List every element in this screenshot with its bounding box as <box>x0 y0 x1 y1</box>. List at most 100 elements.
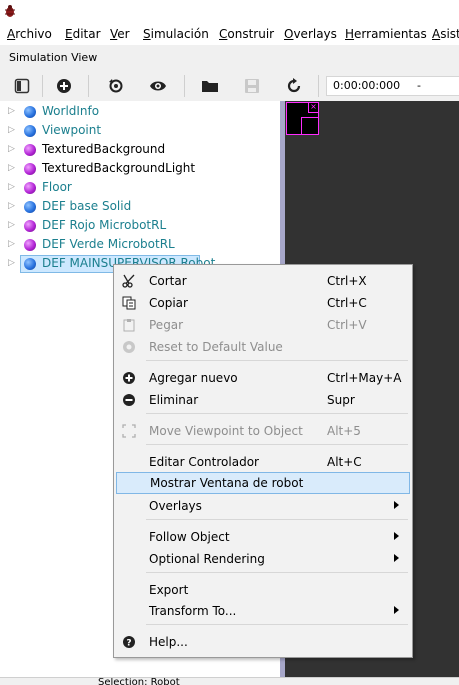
menu-item-show-robot-window[interactable]: Mostrar Ventana de robot <box>116 472 410 494</box>
menu-bar: Archivo Editar Ver Simulación Construir … <box>0 24 459 45</box>
menu-item-move-viewpoint[interactable]: Move Viewpoint to Object Alt+5 <box>115 420 411 442</box>
tree-item[interactable]: ▷ Floor <box>0 179 280 197</box>
expand-arrow-icon[interactable]: ▷ <box>8 182 16 192</box>
menu-item-label: Optional Rendering <box>149 552 265 566</box>
menu-item-follow-object[interactable]: Follow Object <box>115 526 411 548</box>
robot-camera-overlay[interactable]: × <box>286 102 319 135</box>
menu-item-label: Follow Object <box>149 530 230 544</box>
node-sphere-icon <box>24 220 36 232</box>
menu-item-label: Export <box>149 583 189 597</box>
folder-icon <box>202 81 218 92</box>
menu-item-label: Overlays <box>149 499 202 513</box>
webots-bug-icon <box>5 5 15 17</box>
menu-herramientas[interactable]: Herramientas <box>345 27 427 41</box>
menu-item-paste[interactable]: Pegar Ctrl+V <box>115 314 411 336</box>
menu-asistente[interactable]: Asistente <box>432 27 459 41</box>
tree-item[interactable]: ▷ TexturedBackgroundLight <box>0 160 280 178</box>
node-sphere-icon <box>24 144 36 156</box>
help-icon: ? <box>121 634 137 650</box>
menu-item-delete[interactable]: Eliminar Supr <box>115 389 411 411</box>
expand-arrow-icon[interactable]: ▷ <box>8 239 16 249</box>
reload-world-button[interactable] <box>284 76 304 96</box>
menu-construir[interactable]: Construir <box>219 27 274 41</box>
tree-item[interactable]: ▷ DEF Rojo MicrobotRL <box>0 217 280 235</box>
menu-item-label: Pegar <box>149 318 184 332</box>
panel-icon <box>14 78 30 94</box>
node-sphere-icon <box>24 239 36 251</box>
scissors-icon <box>121 273 137 289</box>
menu-item-label: Move Viewpoint to Object <box>149 424 303 438</box>
tree-item-label: Floor <box>42 180 72 194</box>
toolbar-separator <box>184 75 185 97</box>
reset-icon <box>121 339 137 355</box>
tree-item-label: DEF base Solid <box>42 199 132 213</box>
menu-separator <box>146 572 408 573</box>
menu-item-shortcut: Ctrl+X <box>327 274 367 288</box>
menu-ver[interactable]: Ver <box>110 27 130 41</box>
reset-view-button[interactable] <box>106 76 126 96</box>
open-world-button[interactable] <box>200 76 220 96</box>
menu-item-reset[interactable]: Reset to Default Value <box>115 336 411 358</box>
menu-separator <box>146 444 408 445</box>
expand-arrow-icon[interactable]: ▷ <box>8 106 16 116</box>
close-overlay-icon[interactable]: × <box>308 103 318 113</box>
node-sphere-icon <box>24 201 36 213</box>
menu-editar[interactable]: Editar <box>65 27 101 41</box>
submenu-arrow-icon <box>394 532 399 540</box>
plus-circle-icon <box>57 79 71 93</box>
expand-arrow-icon[interactable]: ▷ <box>8 258 16 268</box>
menu-item-transform-to[interactable]: Transform To... <box>115 600 411 622</box>
menu-archivo[interactable]: Archivo <box>7 27 52 41</box>
tree-item[interactable]: ▷ DEF Verde MicrobotRL <box>0 236 280 254</box>
toggle-scene-tree-button[interactable] <box>12 76 32 96</box>
menu-item-shortcut: Alt+C <box>327 455 362 469</box>
save-icon <box>245 79 259 93</box>
view-button[interactable] <box>148 76 168 96</box>
expand-arrow-icon[interactable]: ▷ <box>8 220 16 230</box>
tree-item[interactable]: ▷ DEF base Solid <box>0 198 280 216</box>
node-sphere-icon <box>24 106 36 118</box>
tree-item-label: DEF Rojo MicrobotRL <box>42 218 167 232</box>
save-world-button[interactable] <box>242 76 262 96</box>
tree-item[interactable]: ▷ TexturedBackground <box>0 141 280 159</box>
simulation-view-label: Simulation View <box>9 51 98 64</box>
menu-item-copy[interactable]: Copiar Ctrl+C <box>115 292 411 314</box>
plus-circle-icon <box>121 370 137 386</box>
resize-handle-icon[interactable] <box>301 117 318 134</box>
menu-item-label: Mostrar Ventana de robot <box>150 476 304 490</box>
expand-arrow-icon[interactable]: ▷ <box>8 163 16 173</box>
toolbar-separator <box>42 75 43 97</box>
tree-item-label: WorldInfo <box>42 104 100 118</box>
toolbar-separator <box>318 75 319 97</box>
menu-item-label: Copiar <box>149 296 188 310</box>
menu-overlays[interactable]: Overlays <box>284 27 337 41</box>
menu-item-optional-rendering[interactable]: Optional Rendering <box>115 548 411 570</box>
menu-simulacion[interactable]: Simulación <box>143 27 209 41</box>
tree-item[interactable]: ▷ Viewpoint <box>0 122 280 140</box>
tree-item-label: DEF Verde MicrobotRL <box>42 237 175 251</box>
tree-item[interactable]: ▷ WorldInfo <box>0 103 280 121</box>
rotate-target-icon <box>109 79 123 93</box>
menu-item-label: Eliminar <box>149 393 199 407</box>
add-node-button[interactable] <box>54 76 74 96</box>
menu-item-help[interactable]: ? Help... <box>115 631 411 653</box>
menu-item-shortcut: Alt+5 <box>327 424 361 438</box>
expand-arrow-icon[interactable]: ▷ <box>8 201 16 211</box>
menu-item-shortcut: Ctrl+May+A <box>327 371 402 385</box>
menu-item-edit-controller[interactable]: Editar Controlador Alt+C <box>115 451 411 473</box>
menu-item-shortcut: Ctrl+C <box>327 296 367 310</box>
time-separator: - <box>417 79 421 92</box>
menu-item-overlays[interactable]: Overlays <box>115 495 411 517</box>
menu-item-export[interactable]: Export <box>115 579 411 601</box>
menu-item-label: Editar Controlador <box>149 455 259 469</box>
menu-separator <box>146 413 408 414</box>
menu-separator <box>146 360 408 361</box>
toolbar: 0:00:00:000 - <box>0 70 459 101</box>
expand-arrow-icon[interactable]: ▷ <box>8 144 16 154</box>
menu-item-shortcut: Ctrl+V <box>327 318 367 332</box>
menu-item-add-new[interactable]: Agregar nuevo Ctrl+May+A <box>115 367 411 389</box>
focus-frame-icon <box>121 423 137 439</box>
expand-arrow-icon[interactable]: ▷ <box>8 125 16 135</box>
simulation-time-display: 0:00:00:000 - <box>326 76 459 96</box>
menu-item-cut[interactable]: Cortar Ctrl+X <box>115 270 411 292</box>
